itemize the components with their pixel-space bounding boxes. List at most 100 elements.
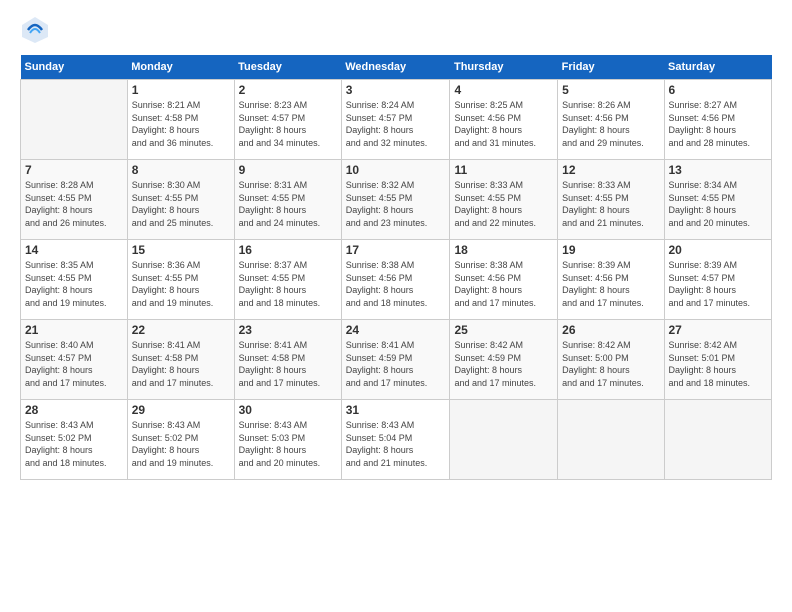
daylight-minutes-text: and and 18 minutes. [239,298,321,308]
daylight-minutes-text: and and 17 minutes. [132,378,214,388]
day-info: Sunrise: 8:41 AMSunset: 4:58 PMDaylight:… [239,339,337,389]
daylight-hours-text: Daylight: 8 hours [132,285,200,295]
table-cell: 10Sunrise: 8:32 AMSunset: 4:55 PMDayligh… [341,160,450,240]
table-cell: 17Sunrise: 8:38 AMSunset: 4:56 PMDayligh… [341,240,450,320]
table-cell [450,400,558,480]
day-number: 26 [562,323,659,337]
calendar-table: Sunday Monday Tuesday Wednesday Thursday… [20,55,772,480]
day-number: 5 [562,83,659,97]
table-cell: 7Sunrise: 8:28 AMSunset: 4:55 PMDaylight… [21,160,128,240]
sunset-text: Sunset: 4:56 PM [669,113,736,123]
sunset-text: Sunset: 4:59 PM [346,353,413,363]
day-number: 9 [239,163,337,177]
day-number: 16 [239,243,337,257]
header-tuesday: Tuesday [234,55,341,80]
weekday-header-row: Sunday Monday Tuesday Wednesday Thursday… [21,55,772,80]
day-info: Sunrise: 8:39 AMSunset: 4:57 PMDaylight:… [669,259,768,309]
logo [20,15,54,45]
sunrise-text: Sunrise: 8:41 AM [132,340,201,350]
daylight-minutes-text: and and 17 minutes. [239,378,321,388]
day-info: Sunrise: 8:41 AMSunset: 4:58 PMDaylight:… [132,339,230,389]
sunset-text: Sunset: 4:55 PM [25,193,92,203]
header-sunday: Sunday [21,55,128,80]
sunrise-text: Sunrise: 8:41 AM [239,340,308,350]
day-number: 29 [132,403,230,417]
daylight-minutes-text: and and 28 minutes. [669,138,751,148]
daylight-minutes-text: and and 29 minutes. [562,138,644,148]
sunrise-text: Sunrise: 8:30 AM [132,180,201,190]
sunrise-text: Sunrise: 8:43 AM [346,420,415,430]
daylight-hours-text: Daylight: 8 hours [454,365,522,375]
day-number: 8 [132,163,230,177]
daylight-minutes-text: and and 31 minutes. [454,138,536,148]
daylight-hours-text: Daylight: 8 hours [346,205,414,215]
sunrise-text: Sunrise: 8:33 AM [454,180,523,190]
day-number: 4 [454,83,553,97]
daylight-hours-text: Daylight: 8 hours [669,205,737,215]
daylight-minutes-text: and and 21 minutes. [562,218,644,228]
table-cell: 14Sunrise: 8:35 AMSunset: 4:55 PMDayligh… [21,240,128,320]
day-info: Sunrise: 8:43 AM Sunset: 5:04 PM Daylight:… [346,419,446,469]
table-cell: 12Sunrise: 8:33 AMSunset: 4:55 PMDayligh… [558,160,664,240]
day-info: Sunrise: 8:35 AMSunset: 4:55 PMDaylight:… [25,259,123,309]
day-number: 11 [454,163,553,177]
day-info: Sunrise: 8:27 AMSunset: 4:56 PMDaylight:… [669,99,768,149]
daylight-minutes-text: and and 21 minutes. [346,458,428,468]
day-info: Sunrise: 8:43 AMSunset: 5:02 PMDaylight:… [25,419,123,469]
sunset-text: Sunset: 5:01 PM [669,353,736,363]
daylight-hours-text: Daylight: 8 hours [346,445,414,455]
sunset-text: Sunset: 5:04 PM [346,433,413,443]
daylight-hours-text: Daylight: 8 hours [669,285,737,295]
day-number: 19 [562,243,659,257]
sunset-text: Sunset: 4:59 PM [454,353,521,363]
daylight-minutes-text: and and 23 minutes. [346,218,428,228]
day-number: 30 [239,403,337,417]
table-cell: 26 Sunrise: 8:42 AMSunset: 5:00 PMDayligh… [558,320,664,400]
day-number: 7 [25,163,123,177]
sunset-text: Sunset: 4:55 PM [25,273,92,283]
day-info: Sunrise: 8:30 AMSunset: 4:55 PMDaylight:… [132,179,230,229]
sunset-text: Sunset: 4:57 PM [25,353,92,363]
table-cell: 1Sunrise: 8:21 AMSunset: 4:58 PMDaylight… [127,80,234,160]
table-cell: 22Sunrise: 8:41 AMSunset: 4:58 PMDayligh… [127,320,234,400]
sunset-text: Sunset: 4:55 PM [346,193,413,203]
daylight-hours-text: Daylight: 8 hours [454,285,522,295]
table-cell: 6Sunrise: 8:27 AMSunset: 4:56 PMDaylight… [664,80,772,160]
day-info: Sunrise: 8:42 AMSunset: 5:00 PMDaylight:… [562,339,659,389]
daylight-hours-text: Daylight: 8 hours [239,285,307,295]
sunrise-text: Sunrise: 8:42 AM [454,340,523,350]
daylight-minutes-text: and and 19 minutes. [132,458,214,468]
day-info: Sunrise: 8:42 AM Sunset: 4:59 PM Daylight:… [454,339,553,389]
sunrise-text: Sunrise: 8:43 AM [25,420,94,430]
daylight-minutes-text: and and 18 minutes. [346,298,428,308]
daylight-minutes-text: and and 19 minutes. [25,298,107,308]
table-cell: 30Sunrise: 8:43 AMSunset: 5:03 PMDayligh… [234,400,341,480]
table-cell: 29 Sunrise: 8:43 AMSunset: 5:02 PMDayligh… [127,400,234,480]
sunset-text: Sunset: 4:55 PM [669,193,736,203]
day-info: Sunrise: 8:23 AMSunset: 4:57 PMDaylight:… [239,99,337,149]
day-info: Sunrise: 8:43 AMSunset: 5:02 PMDaylight:… [132,419,230,469]
daylight-hours-text: Daylight: 8 hours [239,445,307,455]
table-cell [558,400,664,480]
daylight-hours-text: Daylight: 8 hours [239,365,307,375]
daylight-hours-text: Daylight: 8 hours [239,205,307,215]
sunrise-text: Sunrise: 8:36 AM [132,260,201,270]
sunrise-text: Sunrise: 8:38 AM [346,260,415,270]
day-number: 25 [454,323,553,337]
table-cell: 11Sunrise: 8:33 AMSunset: 4:55 PMDayligh… [450,160,558,240]
daylight-minutes-text: and and 18 minutes. [25,458,107,468]
daylight-minutes-text: and and 22 minutes. [454,218,536,228]
sunrise-text: Sunrise: 8:37 AM [239,260,308,270]
table-cell: 9Sunrise: 8:31 AMSunset: 4:55 PMDaylight… [234,160,341,240]
sunrise-text: Sunrise: 8:26 AM [562,100,631,110]
day-number: 24 [346,323,446,337]
sunrise-text: Sunrise: 8:24 AM [346,100,415,110]
day-info: Sunrise: 8:21 AMSunset: 4:58 PMDaylight:… [132,99,230,149]
sunset-text: Sunset: 5:00 PM [562,353,629,363]
table-cell: 4Sunrise: 8:25 AMSunset: 4:56 PMDaylight… [450,80,558,160]
daylight-minutes-text: and and 17 minutes. [346,378,428,388]
sunrise-text: Sunrise: 8:39 AM [669,260,738,270]
sunrise-text: Sunrise: 8:43 AM [239,420,308,430]
day-number: 27 [669,323,768,337]
daylight-hours-text: Daylight: 8 hours [132,445,200,455]
